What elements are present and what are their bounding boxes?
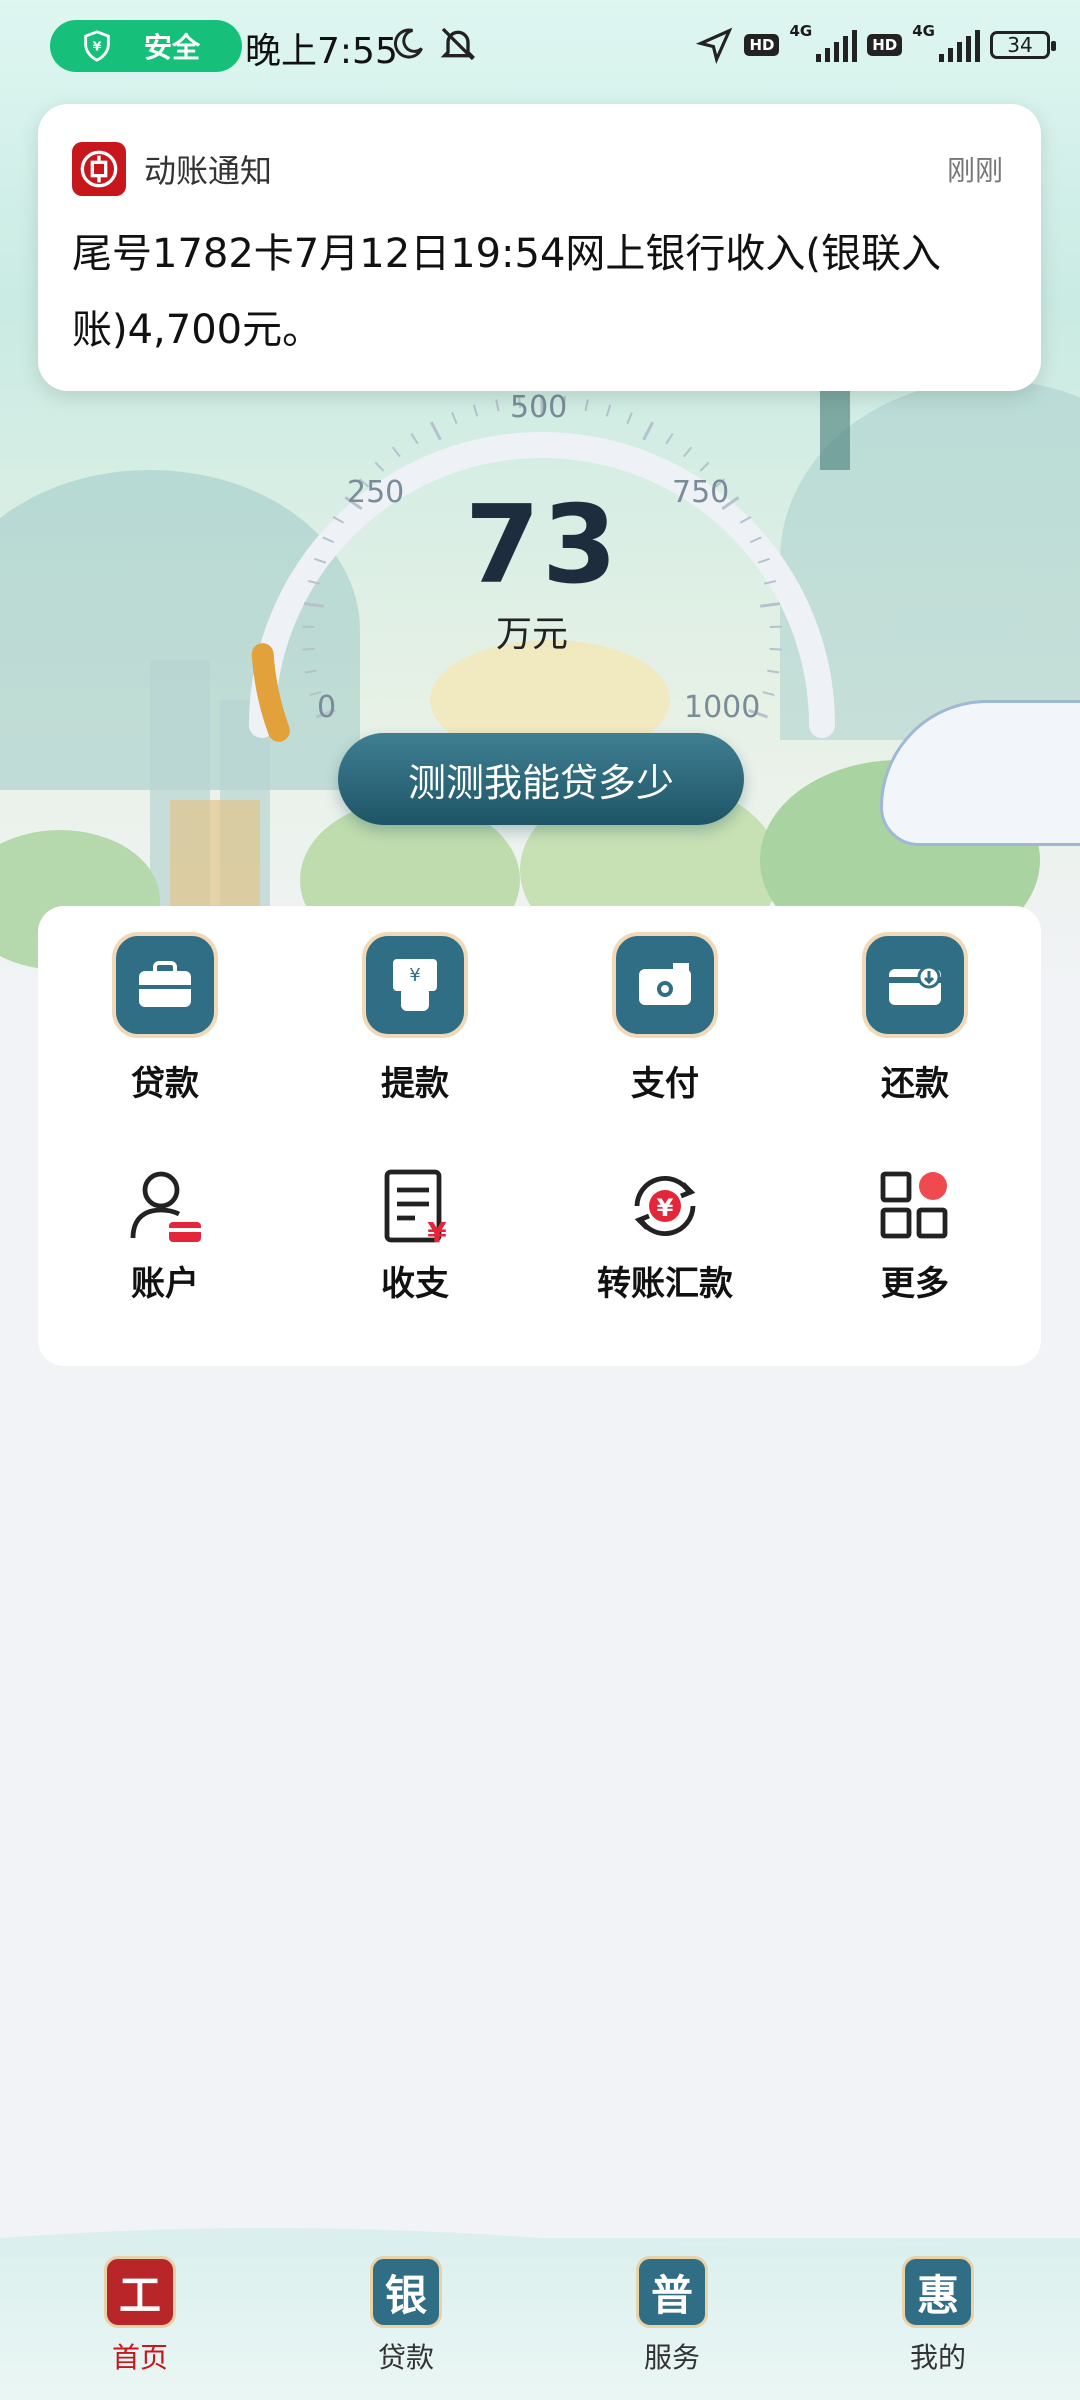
network-type-1: 4G: [789, 22, 813, 40]
battery-icon: 34: [990, 31, 1056, 59]
gauge-tick-1000: 1000: [684, 690, 761, 725]
security-label: 安全: [144, 31, 201, 64]
nav-tab-loan[interactable]: 银 贷款: [326, 2256, 486, 2376]
icbc-logo-icon: [72, 142, 126, 196]
gauge-tick-mark: [304, 669, 317, 674]
gauge-tick-mark: [391, 446, 401, 458]
clock: 晚上7:55: [245, 31, 398, 72]
grid-item-pay[interactable]: 支付: [555, 932, 775, 1105]
gauge-tick-mark: [374, 461, 385, 472]
notification-message: 尾号1782卡7月12日19:54网上银行收入(银联入账)4,700元。: [72, 231, 942, 353]
network-type-2: 4G: [912, 22, 935, 40]
status-bar: ¥ 安全 晚上7:55 HD 4G HD 4G 34: [0, 0, 1080, 90]
function-grid: 贷款 ¥ 提款 支付 还款 账户 ¥ 收支 ¥ 转账汇款 更多: [38, 906, 1041, 1366]
security-status-pill[interactable]: ¥ 安全: [50, 20, 242, 72]
home-seal-icon: 工: [104, 2256, 176, 2328]
nav-tab-home[interactable]: 工 首页: [60, 2256, 220, 2376]
gauge-tick-mark: [429, 421, 442, 441]
nav-label-loan: 贷款: [377, 2341, 434, 2374]
grid-label-account: 账户: [131, 1264, 199, 1304]
grid-more-icon: [880, 1171, 948, 1239]
grid-item-account[interactable]: 账户: [55, 1166, 275, 1305]
grid-label-withdraw: 提款: [381, 1064, 449, 1104]
moon-icon: [393, 28, 423, 59]
gauge-tick-mark: [584, 399, 589, 412]
hd-badge-2: HD: [867, 34, 903, 56]
ledger-icon: ¥: [384, 1169, 447, 1249]
notification-time: 刚刚: [946, 154, 1003, 187]
nav-label-mine: 我的: [909, 2341, 966, 2374]
svg-text:¥: ¥: [409, 965, 420, 986]
hd-badge-1: HD: [744, 34, 780, 56]
nav-tab-mine[interactable]: 惠 我的: [858, 2256, 1018, 2376]
battery-level: 34: [1007, 33, 1033, 57]
gauge-tick-mark: [762, 691, 775, 697]
briefcase-icon: [112, 932, 218, 1038]
gauge-tick-mark: [626, 412, 633, 424]
credit-gauge: 0 250 500 750 1000 73 万元: [232, 345, 852, 785]
svg-text:¥: ¥: [657, 1194, 674, 1222]
grid-label-ledger: 收支: [381, 1264, 449, 1304]
grid-item-withdraw[interactable]: ¥ 提款: [305, 932, 525, 1105]
shield-icon: ¥: [84, 30, 110, 62]
svg-text:¥: ¥: [93, 39, 102, 54]
signal-icon-2: [939, 28, 980, 62]
service-seal-icon: 普: [636, 2256, 708, 2328]
notification-banner[interactable]: 动账通知 刚刚 尾号1782卡7月12日19:54网上银行收入(银联入账)4,7…: [38, 104, 1041, 391]
gauge-tick-500: 500: [510, 390, 568, 425]
grid-item-more[interactable]: 更多: [805, 1166, 1025, 1305]
grid-item-transfer[interactable]: ¥ 转账汇款: [555, 1166, 775, 1305]
gauge-tick-mark: [605, 404, 612, 417]
notification-app-name: 动账通知: [144, 152, 273, 190]
gauge-tick-mark: [665, 433, 674, 445]
bottom-navigation: 工 首页 银 贷款 普 服务 惠 我的: [0, 2228, 1080, 2400]
mine-seal-icon: 惠: [902, 2256, 974, 2328]
gauge-tick-mark: [683, 446, 693, 458]
nav-wave-decoration: [0, 2228, 1080, 2258]
loan-seal-icon: 银: [370, 2256, 442, 2328]
grid-label-pay: 支付: [631, 1064, 699, 1104]
gauge-tick-0: 0: [317, 690, 337, 725]
gauge-tick-mark: [495, 399, 500, 412]
wallet-icon: [612, 932, 718, 1038]
transfer-icon: ¥: [634, 1176, 696, 1236]
gauge-tick-mark: [451, 412, 458, 424]
withdraw-icon: ¥: [362, 932, 468, 1038]
grid-label-transfer: 转账汇款: [597, 1264, 733, 1304]
nav-label-home: 首页: [111, 2341, 168, 2374]
grid-label-more: 更多: [881, 1264, 949, 1304]
grid-item-loan[interactable]: 贷款: [55, 932, 275, 1105]
card-repay-icon: [862, 932, 968, 1038]
credit-amount: 73: [464, 483, 620, 608]
gauge-tick-mark: [699, 461, 710, 472]
nav-label-service: 服务: [643, 2341, 700, 2374]
location-icon: [696, 27, 733, 64]
svg-text:¥: ¥: [427, 1216, 447, 1246]
gauge-tick-mark: [410, 433, 419, 445]
bell-muted-icon: [440, 27, 476, 61]
grid-label-repay: 还款: [881, 1064, 949, 1104]
grid-label-loan: 贷款: [131, 1064, 199, 1104]
nav-tab-service[interactable]: 普 服务: [592, 2256, 752, 2376]
gauge-tick-mark: [642, 421, 655, 441]
gauge-tick-mark: [472, 404, 479, 417]
credit-unit: 万元: [495, 614, 568, 655]
grid-item-ledger[interactable]: ¥ 收支: [305, 1166, 525, 1305]
estimate-loan-button[interactable]: 测测我能贷多少: [338, 733, 744, 825]
signal-icon-1: [816, 28, 858, 62]
user-card-icon: [130, 1171, 201, 1242]
gauge-tick-mark: [767, 669, 780, 674]
grid-item-repay[interactable]: 还款: [805, 932, 1025, 1105]
